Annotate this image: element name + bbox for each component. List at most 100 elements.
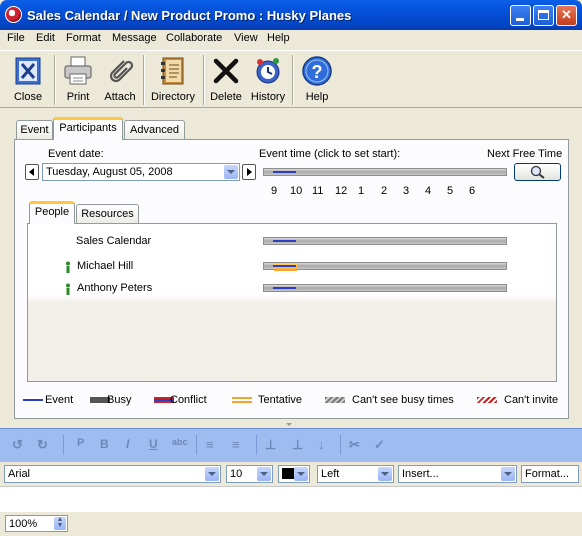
legend-conflict: Conflict [170,394,207,406]
window-title: Sales Calendar / New Product Promo : Hus… [27,8,352,23]
legend-cant-see: Can't see busy times [352,394,454,406]
history-icon [256,58,280,84]
chevron-down-icon [294,467,308,481]
legend-cant-see-swatch [325,397,345,403]
close-icon: ✕ [561,7,572,22]
participant-name: Sales Calendar [76,235,152,247]
redo-icon[interactable]: ↻ [37,437,48,453]
address-book-icon [161,57,184,85]
event-time-label: Event time (click to set start): [259,148,401,160]
tab-resources[interactable]: Resources [76,204,139,224]
event-time-marker [273,171,296,173]
chevron-down-icon [205,467,219,481]
menu-bar: File Edit Format Message Collaborate Vie… [0,30,582,49]
close-doc-icon [15,57,41,85]
tab-participants[interactable]: Participants [53,117,123,140]
event-time-slider[interactable] [263,168,507,176]
formatting-toolbar: ↺ ↻ P B I U abc ≡ ≡ ⊥ ⊥ ↓ ✂ ✓ [0,428,582,462]
menu-collaborate[interactable]: Collaborate [166,32,222,44]
directory-button[interactable]: Directory [147,53,199,107]
bullet-list-icon[interactable]: ≡ [232,437,240,452]
svg-text:?: ? [312,62,323,82]
event-date-label: Event date: [48,148,104,160]
help-icon: ? [302,56,332,86]
magnifier-icon [530,165,545,179]
participant-name: Anthony Peters [77,282,153,294]
minimize-icon [516,18,524,21]
menu-file[interactable]: File [7,32,25,44]
align-select[interactable]: Left [317,465,394,483]
menu-edit[interactable]: Edit [36,32,55,44]
help-button[interactable]: ? Help [298,53,336,107]
paperclip-icon [109,60,134,83]
minimize-button[interactable] [510,5,531,26]
close-button[interactable]: Close [6,53,50,107]
chevron-down-icon [224,165,238,179]
format-select[interactable]: Format... [521,465,579,483]
status-row: 100% ▲ ▼ [0,512,582,536]
zoom-select[interactable]: 100% ▲ ▼ [5,515,68,532]
attach-button[interactable]: Attach [100,53,140,107]
tab-advanced[interactable]: Advanced [124,120,185,140]
delete-button[interactable]: Delete [207,53,245,107]
link-icon[interactable]: ✂ [349,437,360,453]
spellcheck-icon[interactable]: ✓ [374,437,385,453]
close-window-button[interactable]: ✕ [556,5,577,26]
legend-cant-invite: Can't invite [504,394,559,406]
strikethrough-icon[interactable]: abc [172,437,188,447]
align-icon[interactable]: ↓ [318,437,325,452]
participant-timeline [263,237,507,245]
chevron-down-icon [378,467,392,481]
next-date-button[interactable] [242,164,256,180]
chevron-down-icon [257,467,271,481]
font-color-select[interactable] [278,465,310,483]
splitter-handle[interactable] [286,423,292,426]
legend-cant-invite-swatch [477,397,497,403]
person-icon [66,283,70,295]
title-bar: Sales Calendar / New Product Promo : Hus… [0,0,582,30]
participant-timeline [263,262,507,270]
next-free-time-button[interactable] [514,163,561,181]
tab-event[interactable]: Event [16,120,53,140]
participant-timeline [263,284,507,292]
event-date-select[interactable]: Tuesday, August 05, 2008 [42,163,240,181]
printer-icon [64,56,92,85]
event-marker [273,240,296,242]
indent-icon[interactable]: ⊥ [265,437,276,453]
legend-tentative-swatch [232,397,252,403]
legend-busy: Busy [107,394,132,406]
bold-icon[interactable]: B [100,437,109,451]
event-marker [273,287,296,289]
next-free-time-label: Next Free Time [487,148,563,160]
font-row: Arial 10 Left Insert... Format... [0,462,582,486]
insert-select[interactable]: Insert... [398,465,517,483]
menu-help[interactable]: Help [267,32,290,44]
person-icon [66,261,70,273]
message-body-editor[interactable] [0,486,582,512]
event-marker [273,265,296,267]
menu-view[interactable]: View [234,32,258,44]
delete-x-icon [213,58,239,84]
legend-tentative: Tentative [258,394,303,406]
outdent-icon[interactable]: ⊥ [292,437,303,453]
app-icon[interactable] [5,6,22,23]
history-button[interactable]: History [247,53,289,107]
print-button[interactable]: Print [58,53,98,107]
underline-icon[interactable]: U [149,437,158,451]
maximize-button[interactable] [533,5,554,26]
chevron-down-icon [501,467,515,481]
font-size-select[interactable]: 10 [226,465,273,483]
legend-event-swatch [23,397,43,403]
font-family-select[interactable]: Arial [4,465,221,483]
menu-format[interactable]: Format [66,32,101,44]
legend-event: Event [45,394,74,406]
prev-date-button[interactable] [25,164,39,180]
italic-icon[interactable]: I [126,437,129,451]
main-toolbar: Close Print Attach Directory Delete Hist… [0,50,582,108]
zoom-spinner-icon[interactable]: ▲ ▼ [54,516,66,530]
tab-people[interactable]: People [29,201,75,224]
paragraph-icon[interactable]: P [77,437,84,449]
undo-icon[interactable]: ↺ [12,437,23,453]
numbered-list-icon[interactable]: ≡ [206,437,214,452]
menu-message[interactable]: Message [112,32,157,44]
